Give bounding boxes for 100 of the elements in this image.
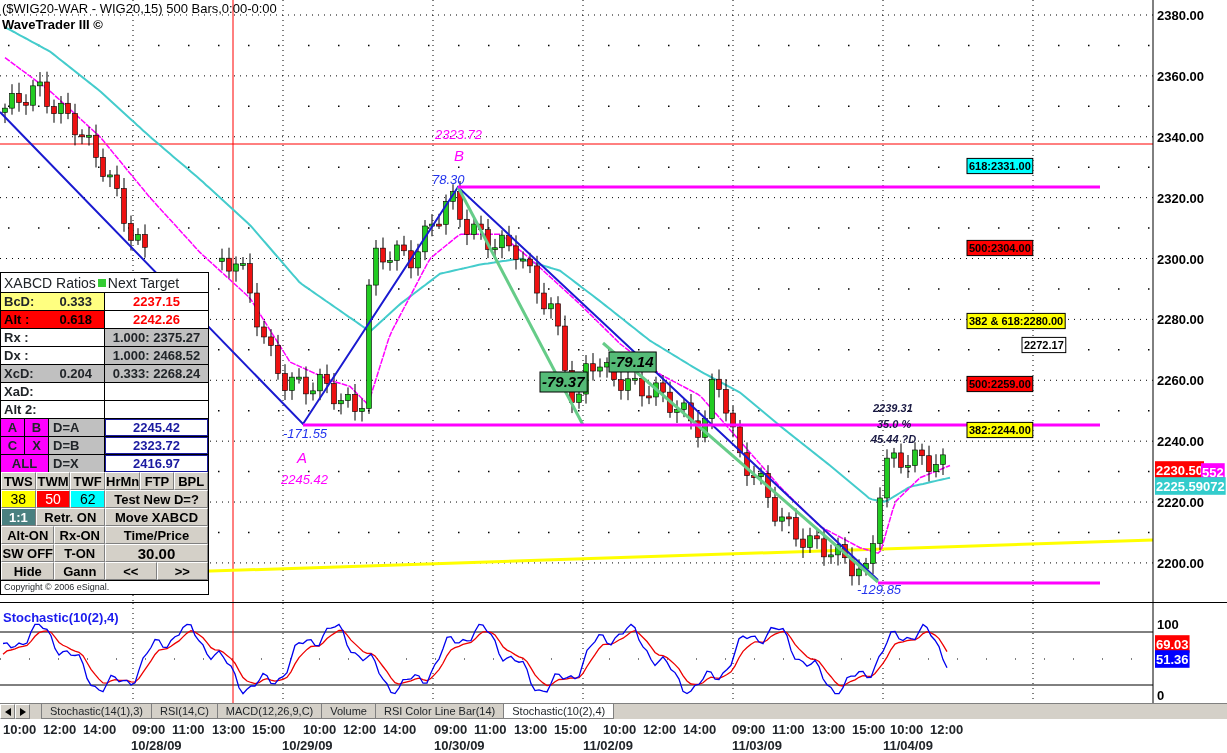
square-icon <box>97 278 106 287</box>
panel-button[interactable]: Move XABCD <box>105 508 208 526</box>
ratio-label: Alt : <box>4 313 30 326</box>
target-cell: 2323.72 <box>105 437 208 454</box>
panel-button[interactable]: BPL <box>174 472 209 490</box>
value-field[interactable]: 30.00 <box>105 544 208 562</box>
level-label: 382 & 618:2280.00 <box>966 312 1066 330</box>
indicator-tab[interactable]: Stochastic(10(2),4) <box>503 704 615 719</box>
point-button[interactable]: B <box>25 419 49 436</box>
ratio-label: BcD: <box>4 295 35 308</box>
level-label: 618:2331.00 <box>966 157 1034 175</box>
color-swatch-button[interactable]: 62 <box>70 490 105 508</box>
time-label: 11:00 <box>172 721 205 739</box>
price-axis-label: 2380.00 <box>1157 8 1204 23</box>
ratio-label: XcD: <box>4 367 34 380</box>
time-label: 11:00 <box>474 721 507 739</box>
time-label: 13:00 <box>514 721 548 739</box>
value-label: -79.14 <box>608 351 657 373</box>
date-label: 11/03/09 <box>732 737 782 753</box>
time-label: 09:00 <box>132 721 166 739</box>
mode-cell: D=B <box>49 437 105 454</box>
ratio-label: Alt 2: <box>4 403 37 416</box>
ratio-value: 0.204 <box>59 367 92 380</box>
price-axis-label: 2220.00 <box>1157 495 1204 511</box>
ratio-value: 0.333 <box>59 295 92 308</box>
time-label: 14:00 <box>683 721 717 739</box>
point-label: B <box>454 147 464 164</box>
mode-cell: D=X <box>49 455 105 472</box>
target-cell: 2245.42 <box>105 419 208 436</box>
mode-cell: D=A <box>49 419 105 436</box>
time-label: 10:00 <box>3 721 37 739</box>
point-button[interactable]: C <box>1 437 25 454</box>
ratio-value: 0.618 <box>59 313 92 326</box>
point-button[interactable]: X <box>25 437 49 454</box>
value-label: 2323.72 <box>435 127 482 142</box>
price-axis-label: 2340.00 <box>1157 129 1204 145</box>
price-axis-label: 2260.00 <box>1157 373 1204 389</box>
time-label: 13:00 <box>212 721 246 739</box>
level-label: 500:2259.00 <box>966 375 1034 393</box>
indicator-tab[interactable]: RSI Color Line Bar(14) <box>374 704 505 719</box>
panel-button[interactable]: Time/Price <box>105 526 208 544</box>
time-label: 12:00 <box>643 721 677 739</box>
panel-button[interactable]: FTP <box>139 472 175 490</box>
value-label: -129.85 <box>857 582 902 597</box>
panel-button[interactable]: SW OFF <box>1 544 55 562</box>
panel-button[interactable]: Retr. ON <box>35 508 105 526</box>
panel-button[interactable]: Hide <box>1 562 55 580</box>
time-label: 14:00 <box>83 721 117 739</box>
panel-button[interactable]: HrMn <box>105 472 140 490</box>
panel-button[interactable]: Test New D=? <box>105 490 208 508</box>
value-label: -79.37 <box>539 371 588 393</box>
panel-button[interactable]: >> <box>156 562 208 580</box>
panel-button[interactable]: TWF <box>70 472 105 490</box>
time-label: 11:00 <box>772 721 805 739</box>
time-label: 12:00 <box>43 721 77 739</box>
panel-title: XABCD Ratios <box>4 275 96 290</box>
time-label: 10:00 <box>603 721 637 739</box>
time-label: 15:00 <box>554 721 588 739</box>
indicator-tab[interactable]: Volume <box>321 704 376 719</box>
scroll-left-button[interactable] <box>0 704 15 719</box>
time-label: 15:00 <box>852 721 886 739</box>
price-axis-label: 2280.00 <box>1157 312 1204 328</box>
color-swatch-button[interactable]: 38 <box>1 490 36 508</box>
target-cell: 1.000: 2375.27 <box>105 329 208 346</box>
date-label: 10/30/09 <box>434 737 485 753</box>
indicator-tab[interactable]: MACD(12,26,9,C) <box>216 704 323 719</box>
chart-title: ($WIG20-WAR - WIG20,15) 500 Bars,0:00-0:00 <box>2 1 277 16</box>
scroll-right-button[interactable] <box>15 704 30 719</box>
date-label: 10/29/09 <box>282 737 333 753</box>
level-label: 500:2304.00 <box>966 239 1034 257</box>
level-label: 2272.17 <box>1021 336 1067 354</box>
indicator-tab[interactable]: RSI(14,C) <box>150 704 218 719</box>
point-button[interactable]: ALL <box>1 455 49 472</box>
copyright-text: Copyright © 2006 eSignal. <box>1 580 208 594</box>
indicator-axis-label: 0 <box>1157 688 1165 703</box>
point-button[interactable]: A <box>1 419 25 436</box>
time-label: 09:00 <box>732 721 766 739</box>
target-cell: 2416.97 <box>105 455 208 472</box>
panel-button[interactable]: << <box>105 562 157 580</box>
panel-button[interactable]: 1:1 <box>1 508 36 526</box>
date-label: 11/02/09 <box>583 737 633 753</box>
price-tag: 2225.59072 <box>1155 477 1226 495</box>
time-label: 12:00 <box>343 721 377 739</box>
panel-title: Next Target <box>107 275 180 290</box>
panel-button[interactable]: Rx-ON <box>54 526 105 544</box>
panel-button[interactable]: TWM <box>35 472 71 490</box>
color-swatch-button[interactable]: 50 <box>35 490 71 508</box>
target-cell: 0.333: 2268.24 <box>105 365 208 382</box>
panel-button[interactable]: Gann <box>54 562 105 580</box>
price-axis-label: 2240.00 <box>1157 434 1204 450</box>
point-label: A <box>297 449 307 466</box>
panel-button[interactable]: T-ON <box>54 544 105 562</box>
panel-button[interactable]: TWS <box>1 472 36 490</box>
ratio-label: Rx : <box>4 331 29 344</box>
indicator-tab[interactable]: Stochastic(14(1),3) <box>41 704 152 719</box>
price-axis-label: 2360.00 <box>1157 68 1204 84</box>
price-axis-label: 2320.00 <box>1157 190 1204 206</box>
panel-button[interactable]: Alt-ON <box>1 526 55 544</box>
time-label: 14:00 <box>383 721 417 739</box>
time-label: 09:00 <box>434 721 468 739</box>
